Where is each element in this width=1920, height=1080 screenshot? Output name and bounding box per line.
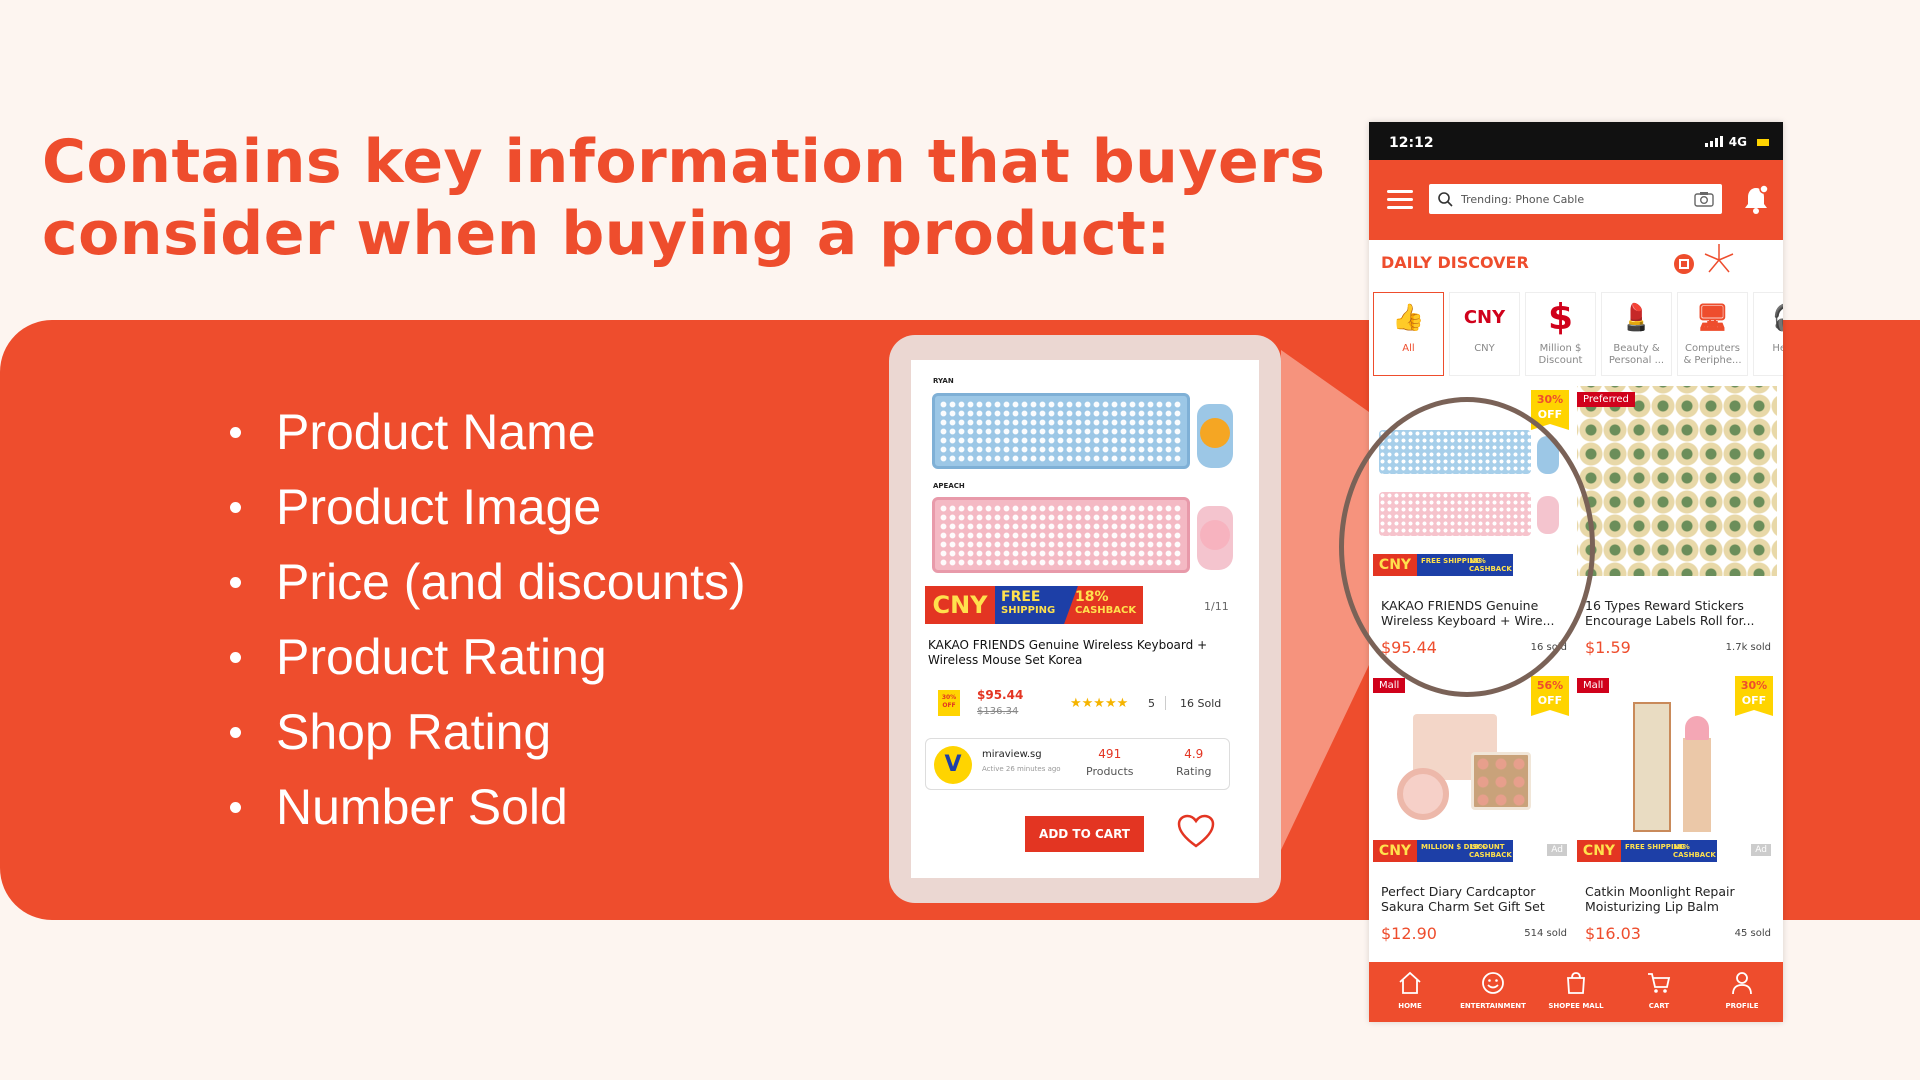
nav-profile[interactable]: PROFILE xyxy=(1701,970,1783,1010)
product-name: 16 Types Reward Stickers Encourage Label… xyxy=(1585,598,1755,628)
ryan-mouse-image xyxy=(1197,404,1233,468)
battery-icon xyxy=(1757,139,1769,146)
nav-cart[interactable]: CART xyxy=(1618,970,1700,1010)
camera-icon[interactable] xyxy=(1694,191,1714,207)
cart-icon xyxy=(1648,973,1671,993)
bottom-nav: HOME ENTERTAINMENT SHOPEE MALL CART PROF… xyxy=(1369,962,1783,1022)
category-computers[interactable]: 🖥 Computers & Periphe... xyxy=(1677,292,1748,376)
keyboard-label-top: RYAN xyxy=(933,377,954,385)
product-card[interactable]: CNY FREE SHIPPING 18% CASHBACK Ad Mall 30%… xyxy=(1577,672,1777,954)
blue-keyboard-image xyxy=(932,393,1190,469)
discount-tag: 30% OFF xyxy=(1531,390,1569,430)
product-name: Perfect Diary Cardcaptor Sakura Charm Se… xyxy=(1381,884,1545,914)
profile-icon xyxy=(1732,972,1752,995)
category-health[interactable]: 🎧He We xyxy=(1753,292,1783,376)
shop-info[interactable]: V miraview.sg Active 26 minutes ago 491 … xyxy=(925,738,1230,790)
sold-count: 16 Sold xyxy=(1180,697,1222,710)
daily-discover-title: DAILY DISCOVER xyxy=(1381,253,1529,272)
product-price: $12.90 xyxy=(1381,924,1437,943)
product-price: $1.59 xyxy=(1585,638,1631,657)
category-cny[interactable]: CNY CNY xyxy=(1449,292,1520,376)
nav-entertainment[interactable]: ENTERTAINMENT xyxy=(1452,970,1534,1010)
bullet-item: Price (and discounts) xyxy=(230,545,746,620)
category-million-discount[interactable]: $ Million $ Discount xyxy=(1525,292,1596,376)
bullet-item: Product Image xyxy=(230,470,746,545)
lipstick-icon: 💄 xyxy=(1620,303,1653,333)
status-bar: 12:12 4G xyxy=(1369,122,1783,160)
discount-tag: 30% OFF xyxy=(1735,676,1773,716)
preferred-badge: Preferred xyxy=(1577,392,1635,407)
product-name: Catkin Moonlight Repair Moisturizing Lip… xyxy=(1585,884,1735,914)
sold-count: 1.7k sold xyxy=(1725,642,1771,653)
discount-tag: 56% OFF xyxy=(1531,676,1569,716)
divider xyxy=(1165,696,1166,710)
home-icon xyxy=(1399,971,1421,994)
apeach-mouse-image xyxy=(1197,506,1233,570)
network-type: 4G xyxy=(1728,135,1747,149)
bullet-item: Shop Rating xyxy=(230,695,746,770)
product-card[interactable]: Preferred 16 Types Reward Stickers Encou… xyxy=(1577,386,1777,668)
product-card[interactable]: CNY MILLION $ DISCOUNT 18% CASHBACK Ad Mal… xyxy=(1373,672,1573,954)
shop-active-status: Active 26 minutes ago xyxy=(982,765,1061,773)
nav-home[interactable]: HOME xyxy=(1369,970,1451,1010)
heart-icon[interactable] xyxy=(1176,812,1216,852)
cny-promo-banner: CNY FREE SHIPPING 18% CASHBACK xyxy=(925,586,1143,624)
dollar-icon: $ xyxy=(1547,297,1574,338)
star-rating: ★★★★★ xyxy=(1070,696,1129,711)
shop-name: miraview.sg xyxy=(982,749,1042,760)
notification-bell-icon[interactable] xyxy=(1743,184,1769,214)
category-all[interactable]: 👍 All xyxy=(1373,292,1444,376)
search-input[interactable] xyxy=(1461,184,1681,214)
add-to-cart-button[interactable]: ADD TO CART xyxy=(1025,816,1144,852)
headline: Contains key information that buyers con… xyxy=(42,127,1326,269)
product-image xyxy=(1577,386,1777,576)
pink-keyboard-image xyxy=(932,497,1190,573)
clock: 12:12 xyxy=(1389,135,1434,151)
shop-products-stat: 491 Products xyxy=(1086,747,1134,778)
bullet-item: Product Name xyxy=(230,395,746,470)
top-bar xyxy=(1369,160,1783,240)
sold-count: 514 sold xyxy=(1524,928,1567,939)
rating-value: 5 xyxy=(1148,697,1155,710)
product-title: KAKAO FRIENDS Genuine Wireless Keyboard … xyxy=(928,638,1208,667)
discount-tag: 30% OFF xyxy=(938,690,960,716)
menu-icon[interactable] xyxy=(1387,190,1413,210)
shop-rating-stat: 4.9 Rating xyxy=(1176,747,1212,778)
keyboard-label-bottom: APEACH xyxy=(933,482,965,490)
headphones-icon: 🎧 xyxy=(1754,293,1783,343)
product-price: $95.44 xyxy=(977,688,1024,702)
category-beauty[interactable]: 💄 Beauty & Personal ... xyxy=(1601,292,1672,376)
thumbs-up-icon: 👍 xyxy=(1392,303,1425,333)
firework-icon xyxy=(1674,244,1734,274)
search-bar[interactable] xyxy=(1429,184,1722,214)
shop-logo: V xyxy=(934,746,972,784)
image-pager: 1/11 xyxy=(1204,600,1229,613)
product-price: $16.03 xyxy=(1585,924,1641,943)
original-price: $136.34 xyxy=(977,706,1019,717)
search-icon xyxy=(1438,192,1453,207)
bullet-list: Product Name Product Image Price (and di… xyxy=(230,395,746,845)
category-row: 👍 All CNY CNY $ Million $ Discount 💄 Beauty … xyxy=(1373,292,1783,378)
smiley-icon xyxy=(1482,972,1504,994)
mall-badge: Mall xyxy=(1577,678,1610,693)
shopping-bag-icon xyxy=(1567,972,1585,994)
mall-badge: Mall xyxy=(1373,678,1406,693)
bullet-item: Number Sold xyxy=(230,770,746,845)
monitor-icon: 🖥 xyxy=(1695,303,1729,333)
signal-icon xyxy=(1705,136,1723,147)
cny-icon: CNY xyxy=(1463,307,1506,328)
sold-count: 45 sold xyxy=(1734,928,1771,939)
highlight-circle xyxy=(1339,397,1595,697)
bullet-item: Product Rating xyxy=(230,620,746,695)
nav-shopee-mall[interactable]: SHOPEE MALL xyxy=(1535,970,1617,1010)
